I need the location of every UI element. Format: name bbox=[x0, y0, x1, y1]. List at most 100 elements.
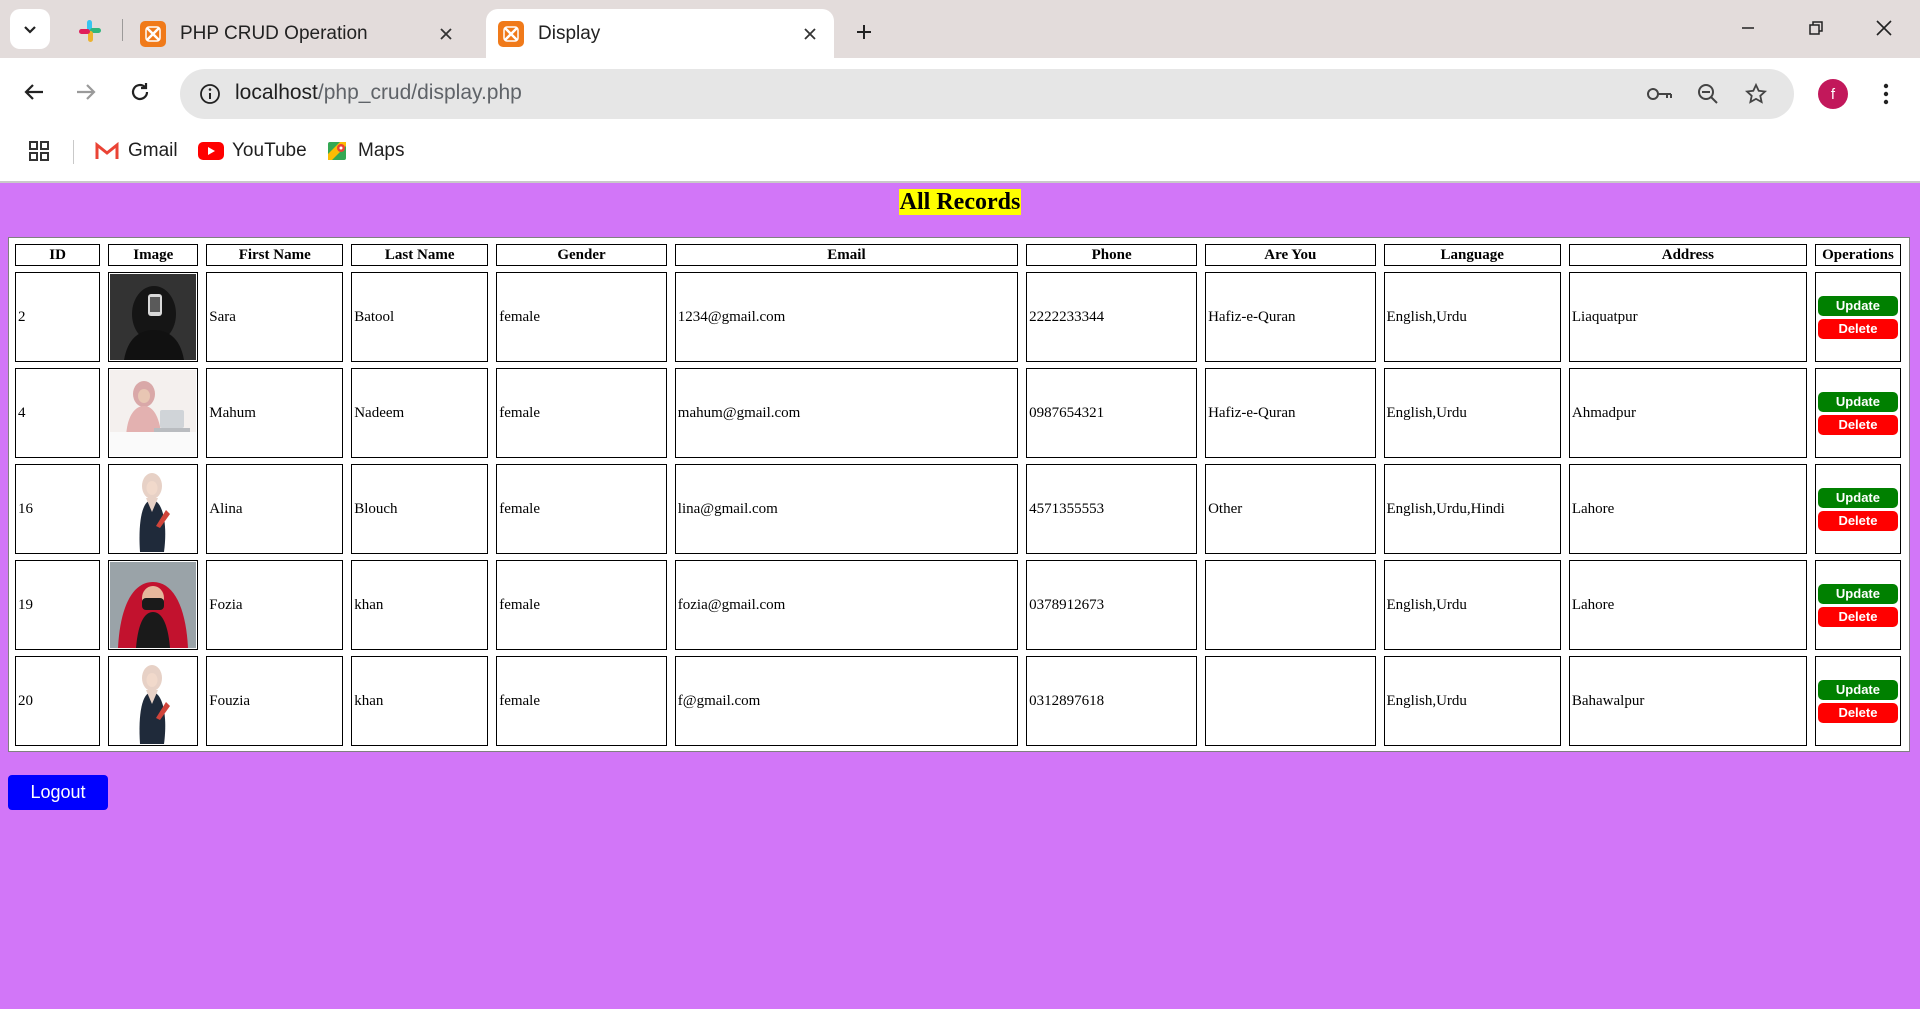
zoom-out-icon[interactable] bbox=[1690, 76, 1726, 112]
user-photo bbox=[110, 562, 197, 648]
cell-are-you bbox=[1205, 656, 1376, 746]
cell-id: 16 bbox=[15, 464, 101, 554]
chevron-down-icon bbox=[24, 26, 36, 34]
cell-language: English,Urdu bbox=[1383, 560, 1561, 650]
cell-address: Lahore bbox=[1568, 560, 1807, 650]
cell-phone: 0987654321 bbox=[1026, 368, 1198, 458]
cell-phone: 0378912673 bbox=[1026, 560, 1198, 650]
cell-operations: Update Delete bbox=[1814, 656, 1901, 746]
delete-button[interactable]: Delete bbox=[1817, 318, 1898, 339]
bookmark-label: Gmail bbox=[128, 140, 178, 161]
update-button[interactable]: Update bbox=[1817, 295, 1898, 316]
cell-image bbox=[108, 272, 199, 362]
cell-gender: female bbox=[496, 464, 667, 554]
bookmark-maps[interactable]: Maps bbox=[324, 136, 404, 166]
operations-group: Update Delete bbox=[1817, 679, 1898, 723]
bookmark-star-icon[interactable] bbox=[1738, 76, 1774, 112]
update-button[interactable]: Update bbox=[1817, 487, 1898, 508]
cell-address: Ahmadpur bbox=[1568, 368, 1807, 458]
bookmark-youtube[interactable]: YouTube bbox=[198, 136, 307, 166]
records-table: ID Image First Name Last Name Gender Ema… bbox=[7, 244, 1909, 746]
new-tab-button[interactable] bbox=[844, 15, 884, 49]
column-header: Image bbox=[108, 244, 199, 266]
cell-image bbox=[108, 464, 199, 554]
cell-operations: Update Delete bbox=[1814, 560, 1901, 650]
operations-group: Update Delete bbox=[1817, 391, 1898, 435]
cell-phone: 4571355553 bbox=[1026, 464, 1198, 554]
cell-are-you: Hafiz-e-Quran bbox=[1205, 272, 1376, 362]
tab-search-button[interactable] bbox=[10, 9, 50, 49]
update-button[interactable]: Update bbox=[1817, 391, 1898, 412]
bookmark-gmail[interactable]: Gmail bbox=[94, 136, 178, 166]
minimize-button[interactable] bbox=[1718, 8, 1778, 48]
back-button[interactable] bbox=[14, 72, 54, 112]
restore-icon bbox=[1809, 21, 1823, 35]
arrow-left-icon bbox=[24, 84, 43, 100]
site-info-icon[interactable] bbox=[192, 76, 228, 112]
cell-language: English,Urdu bbox=[1383, 272, 1561, 362]
delete-button[interactable]: Delete bbox=[1817, 414, 1898, 435]
table-row: 16 Alina Blouch female lina@gmail.com 45… bbox=[15, 464, 1901, 554]
cell-id: 4 bbox=[15, 368, 101, 458]
maps-icon bbox=[324, 140, 350, 162]
cell-are-you: Hafiz-e-Quran bbox=[1205, 368, 1376, 458]
url-text[interactable]: localhost/php_crud/display.php bbox=[235, 81, 522, 105]
plus-icon bbox=[857, 25, 871, 39]
cell-first-name: Fozia bbox=[206, 560, 344, 650]
xampp-icon bbox=[140, 20, 166, 47]
logout-button[interactable]: Logout bbox=[8, 775, 108, 810]
cell-gender: female bbox=[496, 656, 667, 746]
close-icon bbox=[1876, 20, 1892, 36]
cell-first-name: Mahum bbox=[206, 368, 344, 458]
delete-button[interactable]: Delete bbox=[1817, 510, 1898, 531]
table-row: 20 Fouzia khan female f@gmail.com 031289… bbox=[15, 656, 1901, 746]
bookmark-label: YouTube bbox=[232, 140, 307, 161]
cell-operations: Update Delete bbox=[1814, 464, 1901, 554]
apps-grid-icon[interactable] bbox=[24, 136, 54, 166]
tab-display[interactable]: Display bbox=[486, 9, 834, 58]
user-photo bbox=[110, 466, 197, 552]
cell-language: English,Urdu bbox=[1383, 656, 1561, 746]
column-header: ID bbox=[15, 244, 101, 266]
tab-php-crud[interactable]: PHP CRUD Operation bbox=[128, 9, 470, 58]
cell-id: 19 bbox=[15, 560, 101, 650]
cell-address: Lahore bbox=[1568, 464, 1807, 554]
cell-last-name: khan bbox=[351, 560, 489, 650]
column-header: Phone bbox=[1026, 244, 1198, 266]
delete-button[interactable]: Delete bbox=[1817, 702, 1898, 723]
pinned-tab-slack[interactable] bbox=[70, 14, 110, 48]
column-header: Email bbox=[674, 244, 1019, 266]
tab-separator bbox=[122, 19, 123, 41]
cell-address: Bahawalpur bbox=[1568, 656, 1807, 746]
cell-address: Liaquatpur bbox=[1568, 272, 1807, 362]
close-window-button[interactable] bbox=[1854, 8, 1914, 48]
cell-image bbox=[108, 560, 199, 650]
restore-button[interactable] bbox=[1786, 8, 1846, 48]
reload-button[interactable] bbox=[120, 72, 160, 112]
tab-close-icon[interactable] bbox=[796, 20, 824, 48]
cell-id: 2 bbox=[15, 272, 101, 362]
gmail-icon bbox=[94, 140, 120, 162]
reload-icon bbox=[131, 83, 149, 101]
cell-last-name: Nadeem bbox=[351, 368, 489, 458]
update-button[interactable]: Update bbox=[1817, 679, 1898, 700]
address-bar[interactable]: localhost/php_crud/display.php bbox=[180, 69, 1794, 119]
tab-title: PHP CRUD Operation bbox=[180, 22, 368, 44]
operations-group: Update Delete bbox=[1817, 487, 1898, 531]
column-header: Gender bbox=[496, 244, 667, 266]
cell-operations: Update Delete bbox=[1814, 368, 1901, 458]
tab-close-icon[interactable] bbox=[432, 20, 460, 48]
cell-language: English,Urdu,Hindi bbox=[1383, 464, 1561, 554]
password-key-icon[interactable] bbox=[1642, 76, 1678, 112]
cell-phone: 0312897618 bbox=[1026, 656, 1198, 746]
forward-button[interactable] bbox=[66, 72, 106, 112]
cell-language: English,Urdu bbox=[1383, 368, 1561, 458]
kebab-menu-icon[interactable] bbox=[1870, 74, 1902, 114]
bookmarks-bar: Gmail YouTube Maps bbox=[0, 128, 1920, 168]
table-row: 19 Fozia khan female fozia@gmail.com 037… bbox=[15, 560, 1901, 650]
update-button[interactable]: Update bbox=[1817, 583, 1898, 604]
url-path: /php_crud/display.php bbox=[317, 81, 522, 104]
profile-avatar[interactable]: f bbox=[1818, 79, 1848, 109]
delete-button[interactable]: Delete bbox=[1817, 606, 1898, 627]
cell-first-name: Fouzia bbox=[206, 656, 344, 746]
